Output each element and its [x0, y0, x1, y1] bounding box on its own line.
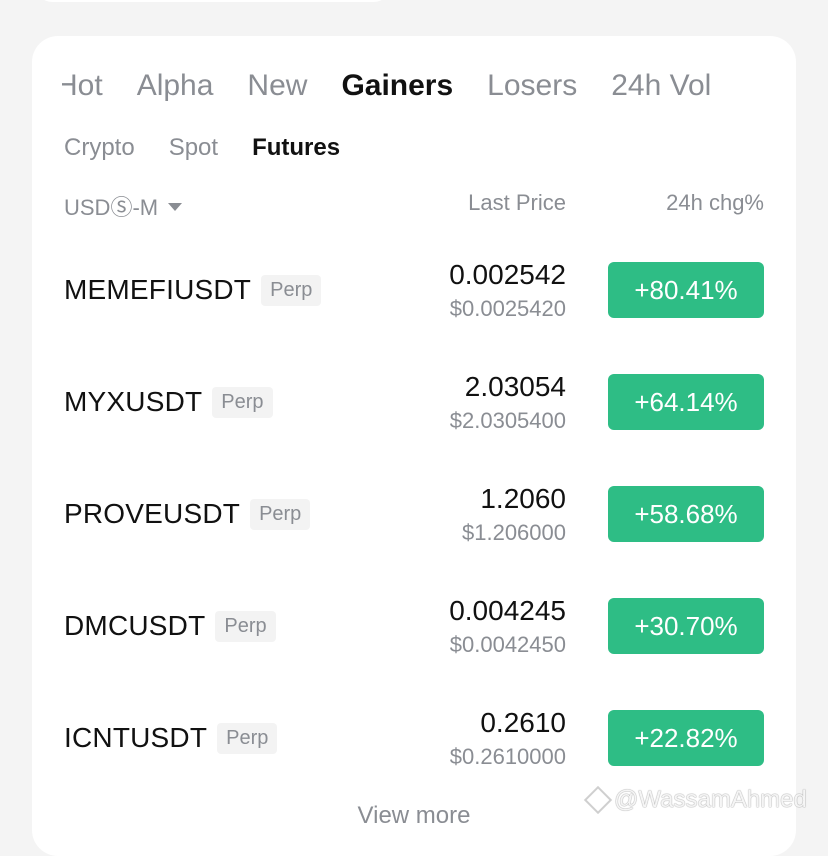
fiat-price: $1.206000	[462, 520, 566, 545]
perp-badge: Perp	[215, 610, 276, 642]
subtab-spot[interactable]: Spot	[169, 134, 218, 162]
change-badge[interactable]: +22.82%	[608, 710, 764, 766]
subtab-crypto[interactable]: Crypto	[64, 134, 135, 162]
binance-diamond-icon	[583, 785, 613, 815]
tab-losers[interactable]: Losers	[487, 69, 577, 103]
change-badge[interactable]: +80.41%	[608, 262, 764, 318]
change-badge[interactable]: +64.14%	[608, 374, 764, 430]
last-price: 0.002542	[449, 259, 566, 290]
fiat-price: $0.2610000	[449, 744, 566, 769]
symbol-name: ICNTUSDT	[64, 722, 208, 753]
main-tabs: Hot Alpha New Gainers Losers 24h Vol	[62, 64, 796, 108]
fiat-price: $0.0042450	[449, 632, 566, 657]
tab-24h-vol[interactable]: 24h Vol	[611, 69, 711, 103]
market-row[interactable]: DMCUSDT Perp 0.004245 $0.0042450 +30.70%	[64, 590, 764, 702]
last-price: 2.03054	[464, 371, 566, 402]
fiat-price: $0.0025420	[449, 296, 566, 321]
fiat-price: $2.0305400	[449, 408, 566, 433]
last-price: 0.2610	[480, 707, 566, 738]
sub-tabs: Crypto Spot Futures	[64, 130, 340, 166]
table-header: USDⓈ-M Last Price 24h chg%	[64, 190, 764, 222]
watermark-text: @WassamAhmed	[614, 786, 807, 813]
search-bar-remnant	[36, 0, 390, 2]
change-badge[interactable]: +58.68%	[608, 486, 764, 542]
market-row[interactable]: MEMEFIUSDT Perp 0.002542 $0.0025420 +80.…	[64, 254, 764, 366]
tab-new[interactable]: New	[247, 69, 307, 103]
markets-card: Hot Alpha New Gainers Losers 24h Vol Cry…	[32, 36, 796, 856]
market-list: MEMEFIUSDT Perp 0.002542 $0.0025420 +80.…	[64, 254, 764, 814]
tab-hot[interactable]: Hot	[62, 69, 103, 103]
symbol-name: DMCUSDT	[64, 610, 206, 641]
perp-badge: Perp	[217, 722, 278, 754]
symbol-name: MYXUSDT	[64, 386, 203, 417]
change-header[interactable]: 24h chg%	[666, 190, 764, 216]
market-row[interactable]: MYXUSDT Perp 2.03054 $2.0305400 +64.14%	[64, 366, 764, 478]
market-selector-label: USDⓈ-M	[64, 195, 159, 220]
caret-down-icon	[168, 203, 183, 211]
perp-badge: Perp	[250, 498, 311, 530]
symbol-name: MEMEFIUSDT	[64, 274, 252, 305]
last-price-header[interactable]: Last Price	[468, 190, 566, 216]
change-badge[interactable]: +30.70%	[608, 598, 764, 654]
symbol-name: PROVEUSDT	[64, 498, 241, 529]
last-price: 0.004245	[449, 595, 566, 626]
watermark: @WassamAhmed	[583, 785, 807, 815]
tab-gainers[interactable]: Gainers	[341, 69, 453, 103]
last-price: 1.2060	[480, 483, 566, 514]
market-row[interactable]: PROVEUSDT Perp 1.2060 $1.206000 +58.68%	[64, 478, 764, 590]
perp-badge: Perp	[212, 386, 273, 418]
subtab-futures[interactable]: Futures	[252, 134, 340, 162]
market-selector[interactable]: USDⓈ-M	[64, 190, 183, 222]
tab-alpha[interactable]: Alpha	[137, 69, 214, 103]
perp-badge: Perp	[261, 274, 322, 306]
